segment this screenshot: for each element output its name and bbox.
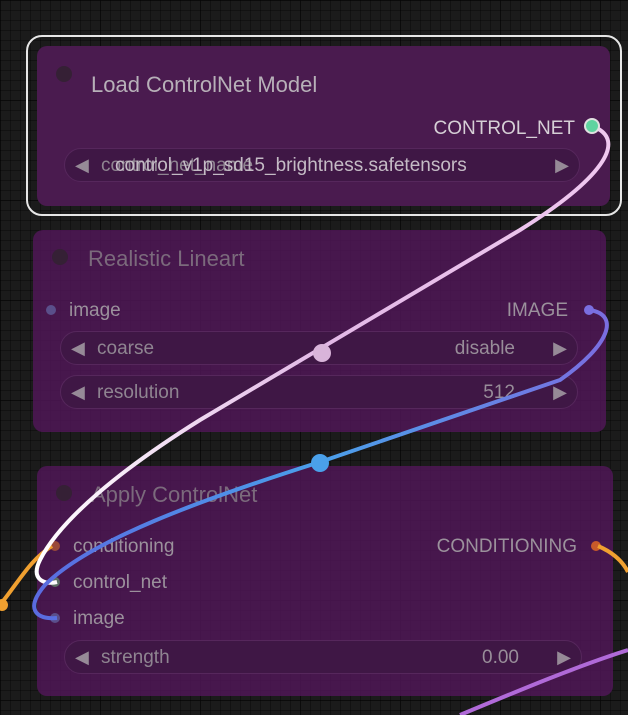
- link-conditioning-end-dot: [0, 599, 8, 611]
- output-port-image[interactable]: [584, 305, 594, 315]
- link-offscreen[interactable]: [459, 648, 628, 715]
- link-conditioning-out[interactable]: [597, 544, 628, 573]
- link-midpoint-dot[interactable]: [313, 344, 331, 362]
- link-midpoint-dot[interactable]: [311, 454, 329, 472]
- output-port-control-net[interactable]: [584, 118, 600, 134]
- node-links: [0, 118, 628, 715]
